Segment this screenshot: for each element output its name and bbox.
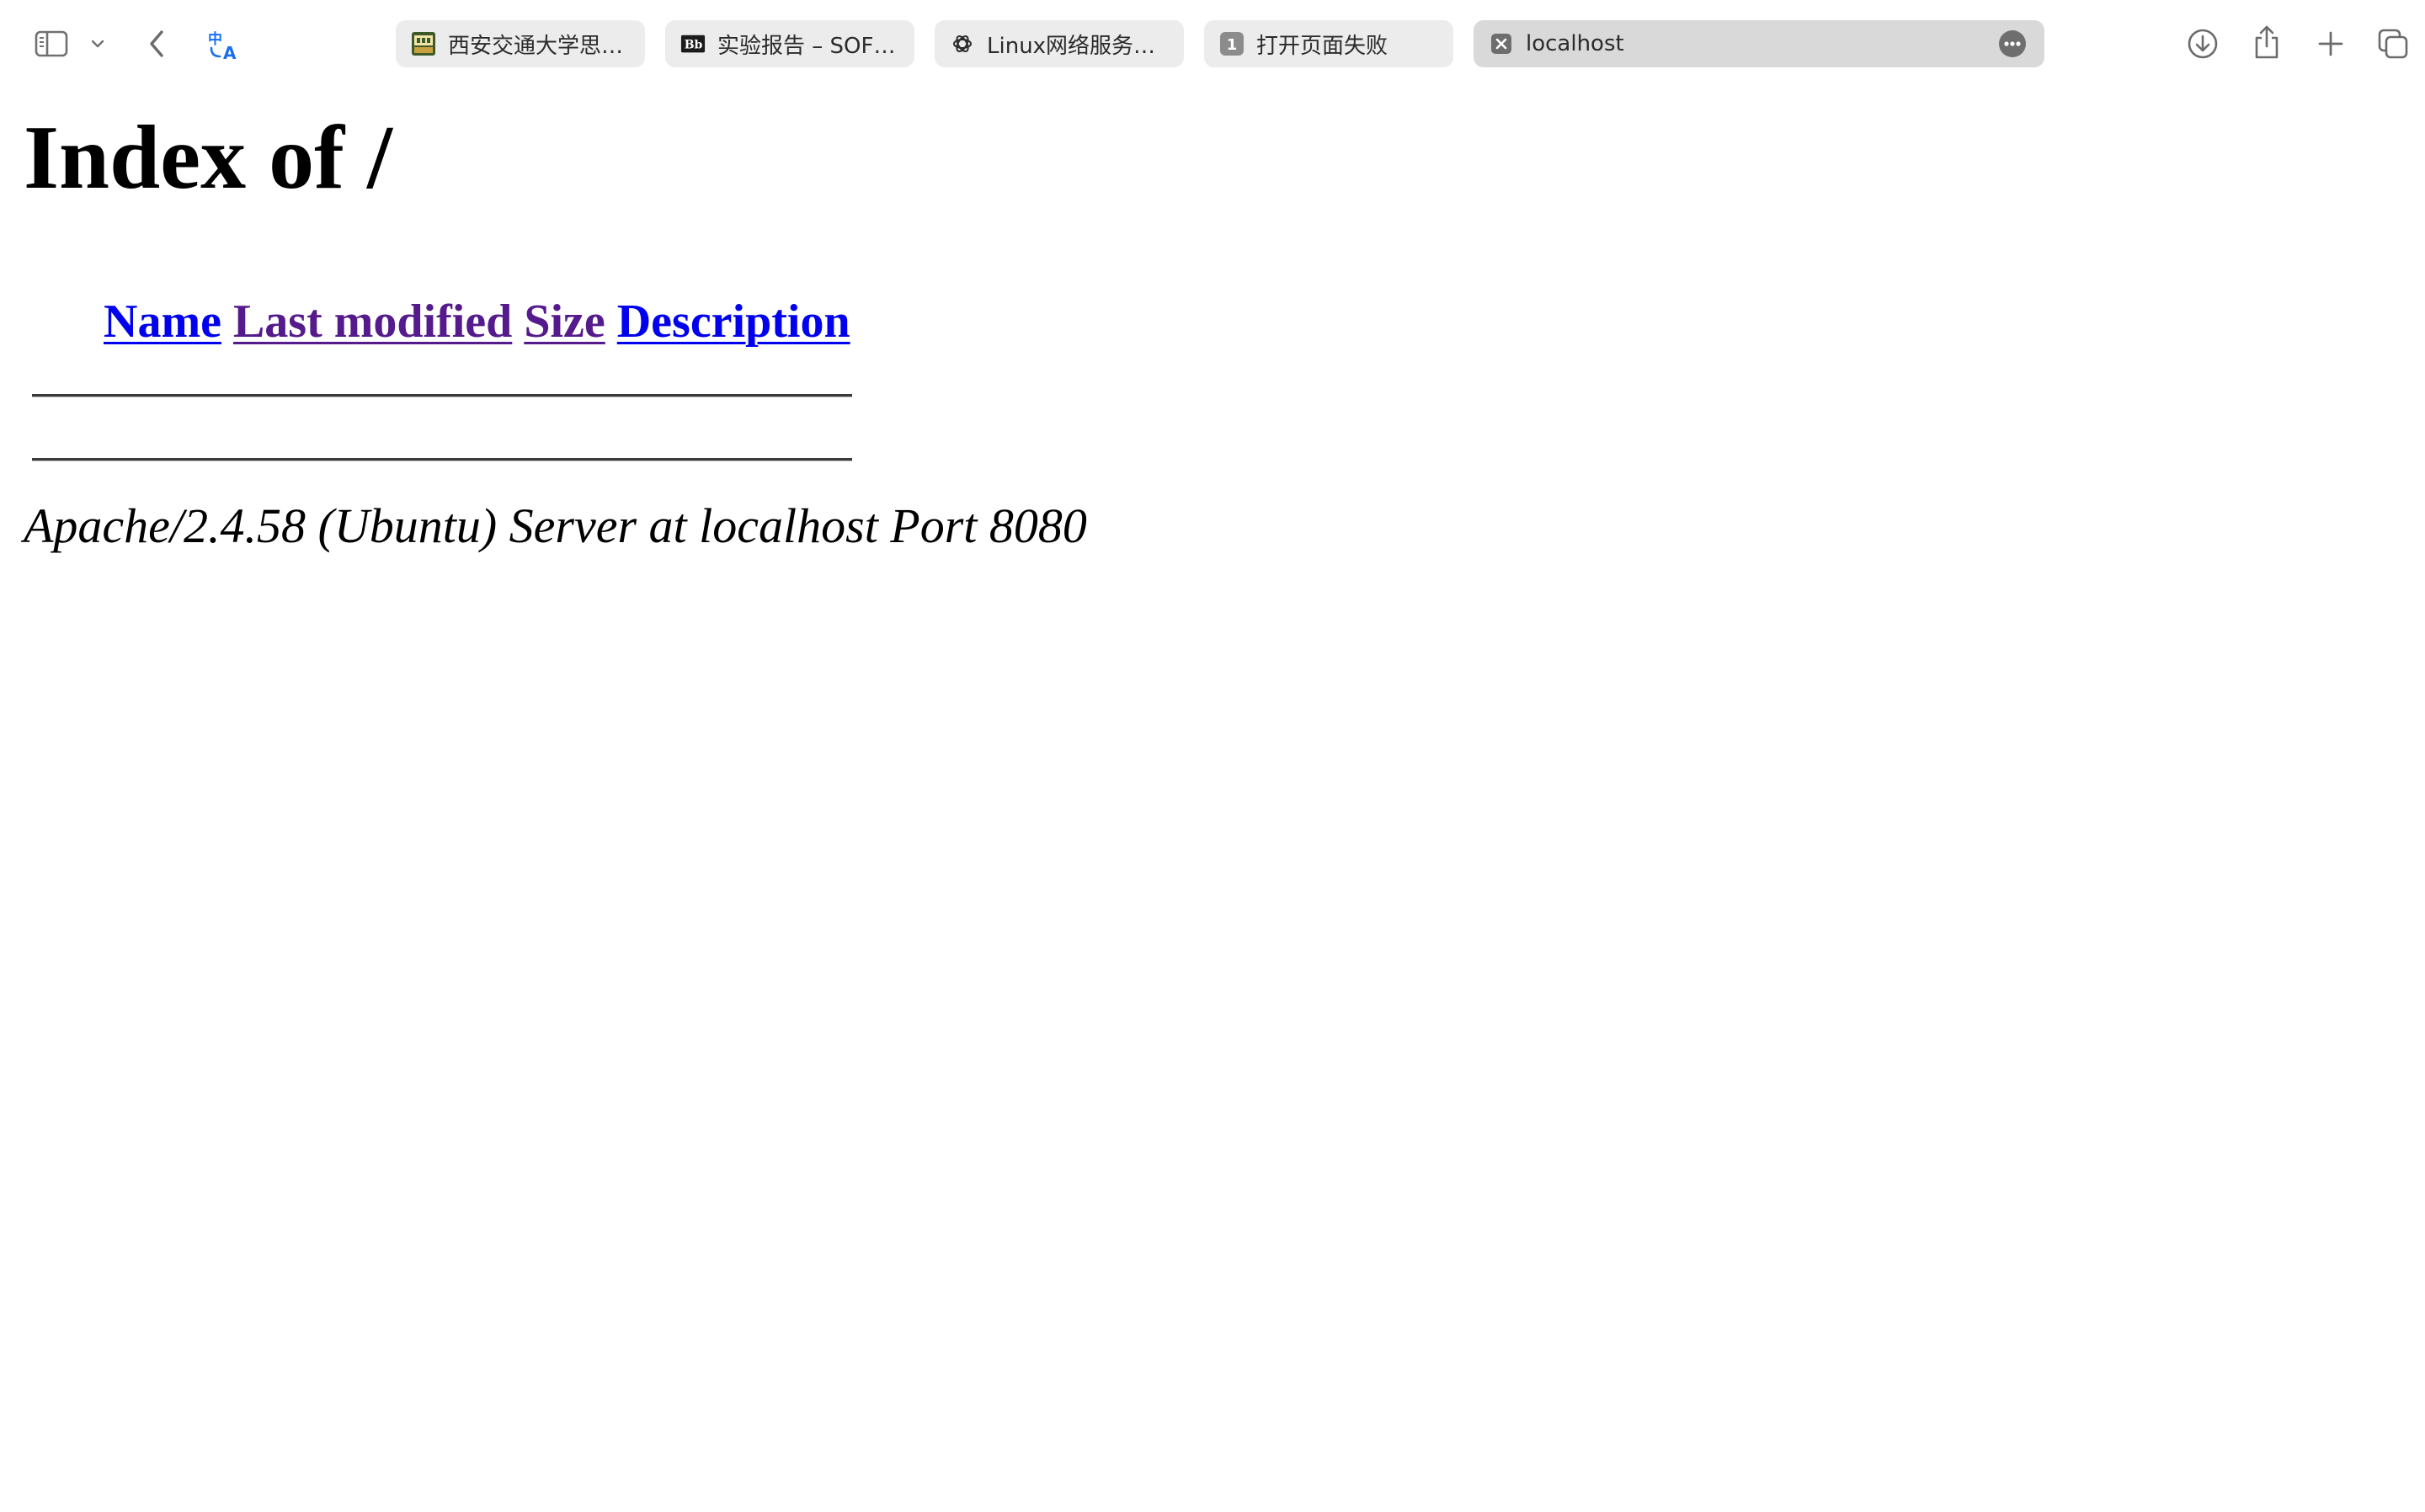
- more-options-icon[interactable]: [1999, 30, 2026, 57]
- sidebar-menu-button[interactable]: [88, 32, 108, 56]
- sidebar-toggle-button[interactable]: [32, 27, 71, 61]
- tab-overview-button[interactable]: [2374, 25, 2412, 62]
- tab-overview-icon: [2377, 28, 2409, 60]
- tab-xjtu[interactable]: 西安交通大学思…: [396, 20, 645, 67]
- last-modified-column-link[interactable]: Last modified: [233, 295, 512, 348]
- size-column-link[interactable]: Size: [524, 295, 605, 348]
- tab-title: Linux网络服务…: [987, 33, 1156, 59]
- tab-linux-network[interactable]: Linux网络服务…: [935, 20, 1184, 67]
- server-signature: Apache/2.4.58 (Ubuntu) Server at localho…: [24, 498, 1087, 553]
- chevron-down-icon: [90, 39, 105, 49]
- share-button[interactable]: [2248, 22, 2285, 62]
- page-badge-text: 1: [1227, 36, 1238, 54]
- tab-page-failed[interactable]: 1 打开页面失败: [1204, 20, 1453, 67]
- share-icon: [2252, 24, 2281, 60]
- close-tab-icon[interactable]: [1489, 31, 1514, 56]
- description-column-link[interactable]: Description: [617, 295, 850, 348]
- tab-title: 西安交通大学思…: [448, 33, 624, 59]
- blackboard-logo-icon: Bb: [680, 31, 706, 56]
- tab-title: 打开页面失败: [1256, 33, 1388, 59]
- page-title: Index of /: [24, 108, 393, 208]
- translate-button[interactable]: 中 A: [204, 25, 244, 64]
- xjtu-logo-icon: [411, 31, 436, 56]
- tab-lab-report[interactable]: Bb 实验报告 – SOF…: [665, 20, 914, 67]
- browser-toolbar: 中 A 西安交通大学思… Bb 实验报告 – SOF… Linux网络服务… 1…: [0, 0, 2425, 88]
- name-column-link[interactable]: Name: [104, 295, 221, 348]
- page-content: Index of / Name Last modified Size Descript…: [0, 88, 2425, 1512]
- chevron-left-icon: [147, 29, 167, 59]
- svg-text:Bb: Bb: [685, 39, 703, 52]
- sidebar-icon: [35, 30, 68, 57]
- tab-title: localhost: [1526, 31, 1624, 56]
- back-button[interactable]: [140, 25, 173, 62]
- divider-bottom: [32, 458, 852, 461]
- tab-localhost[interactable]: localhost: [1474, 20, 2044, 67]
- svg-text:中: 中: [208, 30, 222, 48]
- chatgpt-logo-icon: [950, 31, 975, 56]
- svg-text:A: A: [223, 43, 237, 61]
- download-icon: [2187, 28, 2219, 60]
- plus-icon: [2317, 30, 2344, 57]
- downloads-button[interactable]: [2184, 25, 2221, 62]
- translate-icon: 中 A: [207, 28, 241, 61]
- column-headers: Name Last modified Size Description: [104, 298, 850, 345]
- page-badge-icon: 1: [1219, 31, 1244, 56]
- tab-title: 实验报告 – SOF…: [717, 33, 896, 59]
- new-tab-button[interactable]: [2312, 25, 2349, 62]
- divider-top: [32, 394, 852, 397]
